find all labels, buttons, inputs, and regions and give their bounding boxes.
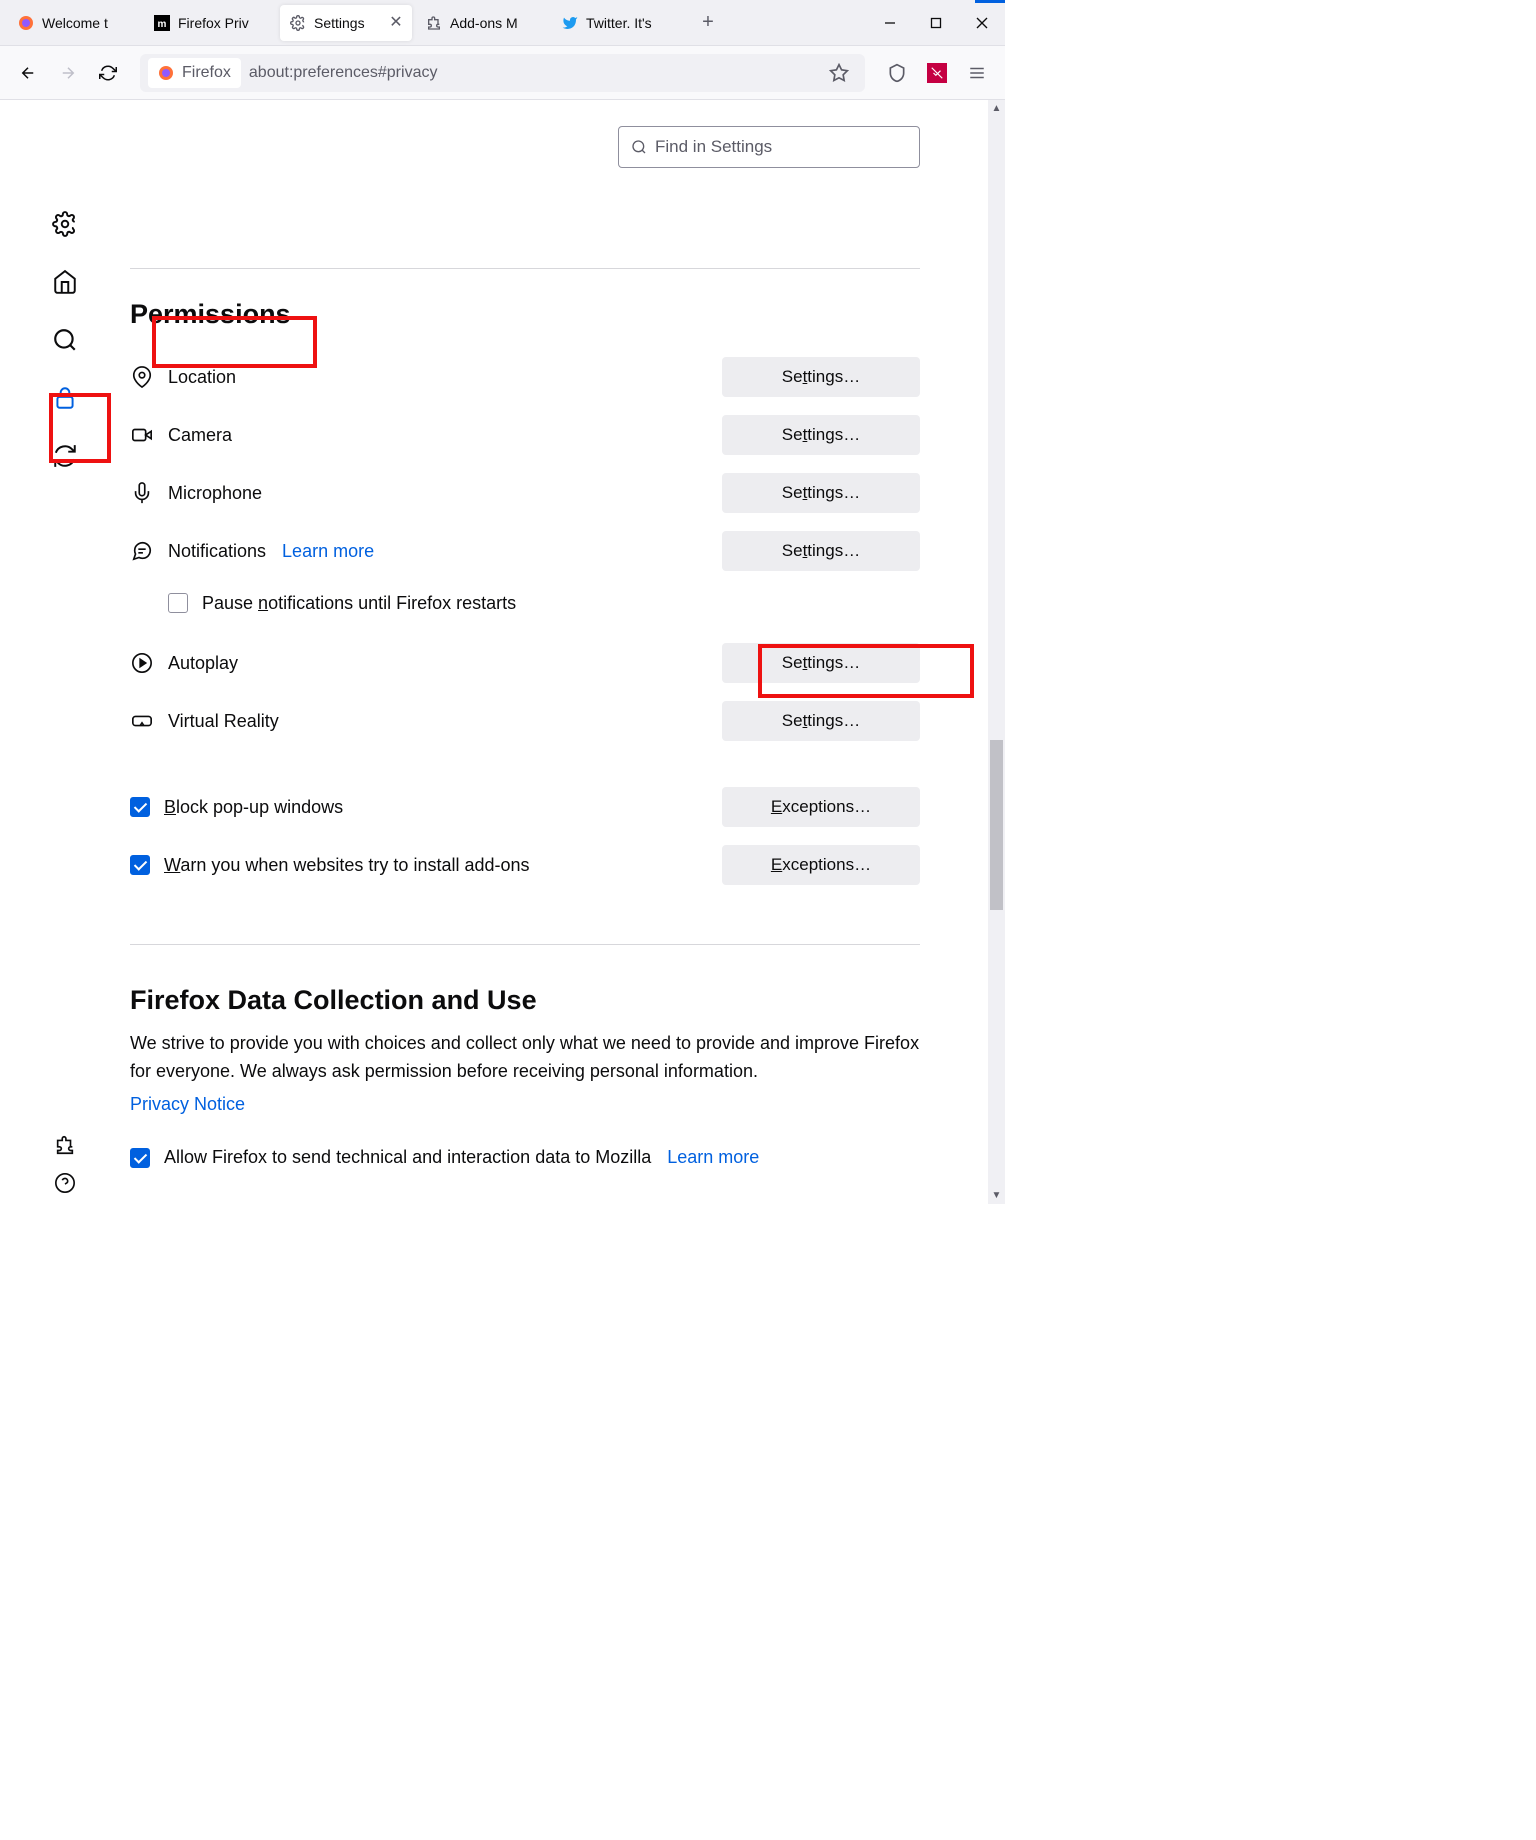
permissions-heading: Permissions — [130, 299, 920, 330]
tab-addons[interactable]: Add-ons M — [416, 5, 548, 41]
settings-nav-rail — [0, 100, 130, 1204]
pause-notifications-label: Pause notifications until Firefox restar… — [202, 593, 516, 614]
tab-settings[interactable]: Settings ✕ — [280, 5, 412, 41]
tab-firefox-priv[interactable]: m Firefox Priv — [144, 5, 276, 41]
permission-vr-row: Virtual Reality Settings… — [130, 692, 920, 750]
permission-camera-row: Camera Settings… — [130, 406, 920, 464]
close-icon[interactable]: ✕ — [388, 15, 404, 31]
block-popups-exceptions-button[interactable]: Exceptions… — [722, 787, 920, 827]
data-collection-heading: Firefox Data Collection and Use — [130, 985, 920, 1016]
block-popups-checkbox[interactable] — [130, 797, 150, 817]
permission-location-row: Location Settings… — [130, 348, 920, 406]
warn-addons-exceptions-button[interactable]: Exceptions… — [722, 845, 920, 885]
allow-tech-data-row: Allow Firefox to send technical and inte… — [130, 1129, 920, 1187]
nav-help[interactable] — [54, 1172, 76, 1194]
tab-twitter[interactable]: Twitter. It's — [552, 5, 684, 41]
nav-search[interactable] — [51, 326, 79, 354]
block-popups-label: Block pop-up windows — [164, 797, 343, 818]
bookmark-star-button[interactable] — [821, 55, 857, 91]
autoplay-label: Autoplay — [168, 653, 238, 674]
extension-noscript-button[interactable] — [919, 55, 955, 91]
nav-general[interactable] — [51, 210, 79, 238]
puzzle-icon — [426, 15, 442, 31]
camera-icon — [130, 424, 154, 446]
permission-microphone-row: Microphone Settings… — [130, 464, 920, 522]
nav-home[interactable] — [51, 268, 79, 296]
microphone-label: Microphone — [168, 483, 262, 504]
autoplay-settings-button[interactable]: Settings… — [722, 643, 920, 683]
mozilla-icon: m — [154, 15, 170, 31]
reload-button[interactable] — [90, 55, 126, 91]
gear-icon — [290, 15, 306, 31]
nav-sync[interactable] — [51, 442, 79, 470]
location-settings-button[interactable]: Settings… — [722, 357, 920, 397]
svg-text:m: m — [158, 19, 167, 30]
new-tab-button[interactable]: + — [690, 5, 726, 41]
settings-search-input[interactable]: Find in Settings — [618, 126, 920, 168]
vr-label: Virtual Reality — [168, 711, 279, 732]
scroll-up-arrow[interactable]: ▲ — [988, 100, 1005, 117]
scroll-thumb[interactable] — [990, 740, 1003, 910]
camera-label: Camera — [168, 425, 232, 446]
permission-autoplay-row: Autoplay Settings… — [130, 634, 920, 692]
forward-button[interactable] — [50, 55, 86, 91]
toolbar: Firefox about:preferences#privacy — [0, 46, 1005, 100]
url-text: about:preferences#privacy — [249, 64, 438, 82]
location-icon — [130, 366, 154, 388]
pocket-button[interactable] — [879, 55, 915, 91]
permission-notifications-row: Notifications Learn more Settings… — [130, 522, 920, 580]
firefox-icon — [158, 65, 174, 81]
notifications-icon — [130, 540, 154, 562]
notifications-learn-more-link[interactable]: Learn more — [282, 541, 374, 562]
identity-box[interactable]: Firefox — [148, 58, 241, 88]
search-icon — [631, 139, 647, 155]
scroll-down-arrow[interactable]: ▼ — [988, 1187, 1005, 1204]
notifications-label: Notifications — [168, 541, 266, 562]
vertical-scrollbar[interactable]: ▲ ▼ — [988, 100, 1005, 1204]
warn-addons-checkbox[interactable] — [130, 855, 150, 875]
tab-strip: Welcome t m Firefox Priv Settings ✕ Add-… — [0, 0, 1005, 46]
pause-notifications-checkbox-row[interactable]: Pause notifications until Firefox restar… — [130, 580, 920, 626]
notifications-settings-button[interactable]: Settings… — [722, 531, 920, 571]
search-placeholder: Find in Settings — [655, 137, 772, 157]
close-button[interactable] — [959, 0, 1005, 46]
app-menu-button[interactable] — [959, 55, 995, 91]
nav-extensions[interactable] — [54, 1134, 76, 1156]
vr-settings-button[interactable]: Settings… — [722, 701, 920, 741]
allow-tech-data-checkbox[interactable] — [130, 1148, 150, 1168]
back-button[interactable] — [10, 55, 46, 91]
microphone-icon — [130, 482, 154, 504]
block-popups-row: Block pop-up windows Exceptions… — [130, 778, 920, 836]
nav-privacy[interactable] — [51, 384, 79, 412]
minimize-button[interactable] — [867, 0, 913, 46]
identity-label: Firefox — [182, 64, 231, 82]
data-collection-body: We strive to provide you with choices an… — [130, 1030, 920, 1086]
warn-addons-label: Warn you when websites try to install ad… — [164, 855, 530, 876]
firefox-icon — [18, 15, 34, 31]
tab-welcome[interactable]: Welcome t — [8, 5, 140, 41]
camera-settings-button[interactable]: Settings… — [722, 415, 920, 455]
privacy-notice-link[interactable]: Privacy Notice — [130, 1094, 245, 1114]
checkbox-unchecked[interactable] — [168, 593, 188, 613]
microphone-settings-button[interactable]: Settings… — [722, 473, 920, 513]
settings-main: Find in Settings Permissions Location Se… — [130, 100, 950, 1204]
url-bar[interactable]: Firefox about:preferences#privacy — [140, 54, 865, 92]
allow-tech-data-learn-more-link[interactable]: Learn more — [667, 1147, 759, 1168]
maximize-button[interactable] — [913, 0, 959, 46]
location-label: Location — [168, 367, 236, 388]
autoplay-icon — [130, 652, 154, 674]
warn-addons-row: Warn you when websites try to install ad… — [130, 836, 920, 894]
twitter-icon — [562, 15, 578, 31]
vr-icon — [130, 710, 154, 732]
allow-tech-data-label: Allow Firefox to send technical and inte… — [164, 1147, 651, 1168]
